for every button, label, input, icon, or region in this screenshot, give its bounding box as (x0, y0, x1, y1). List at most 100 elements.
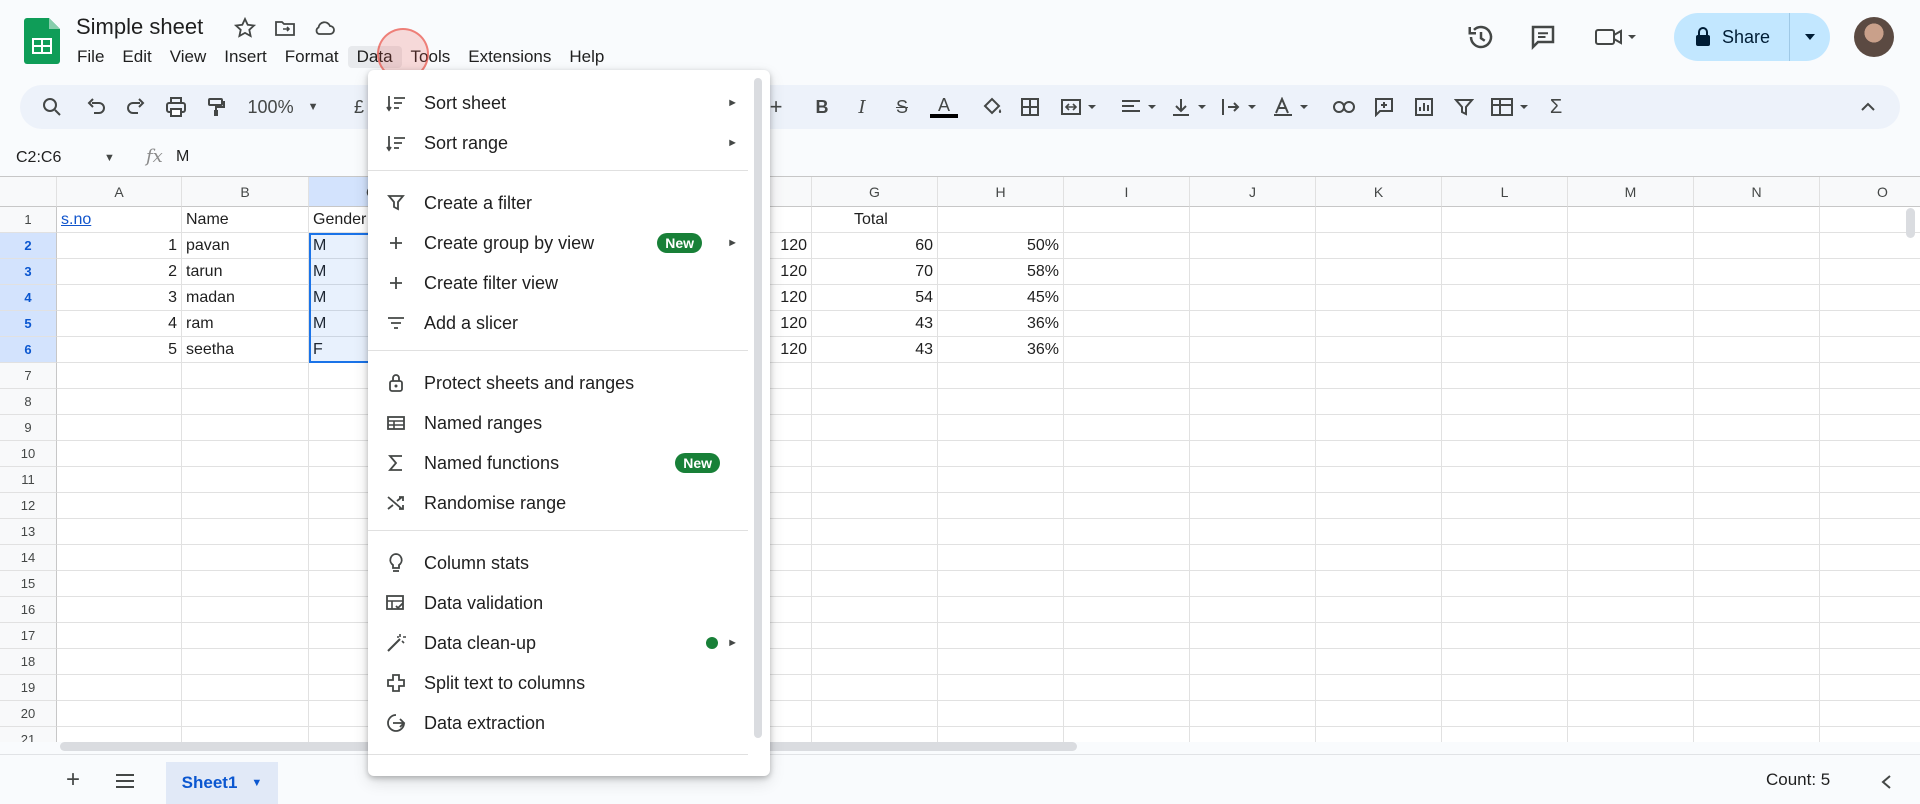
cell[interactable] (1064, 519, 1190, 545)
cell[interactable] (1064, 701, 1190, 727)
cell[interactable] (1190, 441, 1316, 467)
cell[interactable] (812, 389, 938, 415)
cell[interactable] (1820, 441, 1920, 467)
cell[interactable] (1190, 571, 1316, 597)
cell[interactable] (1442, 701, 1568, 727)
cell[interactable] (57, 519, 182, 545)
cell[interactable] (1442, 363, 1568, 389)
row-header-18[interactable]: 18 (0, 649, 57, 675)
cell[interactable] (1568, 545, 1694, 571)
menu-item-randomise-range[interactable]: Randomise range (368, 483, 760, 523)
column-header-j[interactable]: J (1190, 177, 1316, 207)
cell[interactable] (1190, 727, 1316, 742)
cell[interactable] (1442, 493, 1568, 519)
cell[interactable] (1694, 441, 1820, 467)
menu-item-data-validation[interactable]: Data validation (368, 583, 760, 623)
cloud-status-icon[interactable] (312, 16, 336, 40)
cell[interactable] (938, 467, 1064, 493)
cell[interactable] (1820, 259, 1920, 285)
column-header-m[interactable]: M (1568, 177, 1694, 207)
cell[interactable] (57, 467, 182, 493)
menu-item-split-text-to-columns[interactable]: Split text to columns (368, 663, 760, 703)
column-header-a[interactable]: A (57, 177, 182, 207)
text-color-icon[interactable]: A (930, 95, 958, 119)
insert-link-icon[interactable] (1332, 95, 1356, 119)
cell[interactable] (1190, 467, 1316, 493)
cell[interactable] (1820, 649, 1920, 675)
cell[interactable] (1064, 493, 1190, 519)
cell[interactable] (1316, 311, 1442, 337)
cell[interactable] (1190, 701, 1316, 727)
cell[interactable] (1568, 259, 1694, 285)
cell[interactable] (182, 623, 309, 649)
cell[interactable] (1568, 649, 1694, 675)
name-box[interactable]: C2:C6 ▼ (0, 146, 124, 170)
row-header-20[interactable]: 20 (0, 701, 57, 727)
share-button[interactable]: Share (1674, 13, 1830, 61)
cell[interactable] (1568, 415, 1694, 441)
cell[interactable] (1316, 701, 1442, 727)
menu-insert[interactable]: Insert (215, 46, 276, 68)
cell-b2[interactable]: pavan (182, 233, 309, 259)
cell-g5[interactable]: 43 (812, 311, 938, 337)
cell[interactable] (1442, 597, 1568, 623)
borders-icon[interactable] (1018, 95, 1042, 119)
cell[interactable] (938, 675, 1064, 701)
cell[interactable] (938, 363, 1064, 389)
chevron-left-icon[interactable] (1880, 774, 1892, 790)
all-sheets-icon[interactable] (114, 773, 136, 789)
menu-scrollbar[interactable] (754, 78, 762, 738)
cell[interactable] (1694, 545, 1820, 571)
share-main-button[interactable]: Share (1674, 13, 1790, 61)
print-icon[interactable] (164, 95, 188, 119)
vertical-scrollbar[interactable] (1906, 208, 1915, 238)
menu-format[interactable]: Format (276, 46, 348, 68)
cell[interactable] (812, 571, 938, 597)
menu-item-create-filter-view[interactable]: Create filter view (368, 263, 760, 303)
cell[interactable] (182, 363, 309, 389)
menu-item-sort-sheet[interactable]: Sort sheet ► (368, 83, 760, 123)
cell-a2[interactable]: 1 (57, 233, 182, 259)
cell[interactable] (1442, 285, 1568, 311)
cell[interactable] (1190, 649, 1316, 675)
cell[interactable] (938, 207, 1064, 233)
cell[interactable] (1694, 337, 1820, 363)
cell[interactable] (1820, 311, 1920, 337)
cell[interactable] (1442, 415, 1568, 441)
merge-cells-icon[interactable] (1060, 95, 1100, 119)
cell[interactable] (1694, 675, 1820, 701)
cell[interactable] (1064, 207, 1190, 233)
cell[interactable] (1568, 441, 1694, 467)
cell[interactable] (938, 493, 1064, 519)
cell[interactable] (1316, 597, 1442, 623)
cell[interactable] (1568, 623, 1694, 649)
cell[interactable] (1190, 675, 1316, 701)
cell-b4[interactable]: madan (182, 285, 309, 311)
column-header-h[interactable]: H (938, 177, 1064, 207)
cell[interactable] (1820, 207, 1920, 233)
cell[interactable] (1694, 597, 1820, 623)
cell[interactable] (1694, 311, 1820, 337)
cell[interactable] (1064, 337, 1190, 363)
cell[interactable] (57, 727, 182, 742)
collapse-menus-icon[interactable] (1856, 95, 1880, 119)
sheets-logo-icon[interactable] (24, 18, 60, 64)
cell[interactable] (1820, 623, 1920, 649)
cell[interactable] (1820, 519, 1920, 545)
select-all-corner[interactable] (0, 177, 57, 207)
selection-count[interactable]: Count: 5 (1766, 770, 1830, 790)
version-history-icon[interactable] (1466, 22, 1496, 52)
redo-icon[interactable] (124, 95, 148, 119)
cell[interactable] (1316, 571, 1442, 597)
cell[interactable] (182, 441, 309, 467)
menu-item-data-clean-up[interactable]: Data clean-up ► (368, 623, 760, 663)
cell[interactable] (1568, 389, 1694, 415)
cell[interactable] (182, 415, 309, 441)
cell[interactable] (1190, 233, 1316, 259)
cell[interactable] (812, 701, 938, 727)
row-header-7[interactable]: 7 (0, 363, 57, 389)
cell[interactable] (57, 649, 182, 675)
cell[interactable] (1316, 259, 1442, 285)
cell-b3[interactable]: tarun (182, 259, 309, 285)
cell[interactable] (1316, 649, 1442, 675)
